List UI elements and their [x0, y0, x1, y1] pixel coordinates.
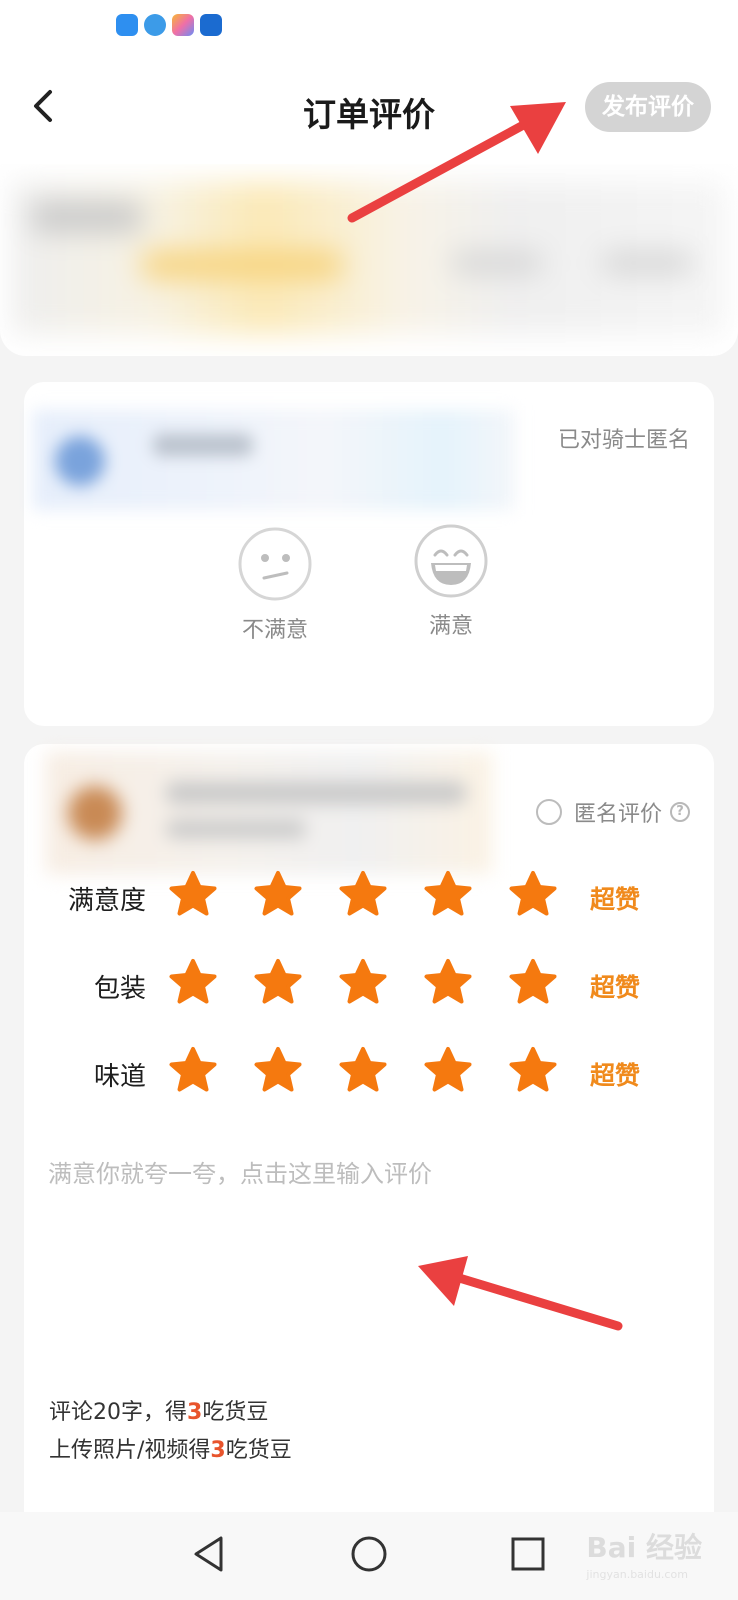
anonymous-review-toggle[interactable]: 匿名评价 ? — [535, 796, 690, 828]
rider-anonymous-note: 已对骑士匿名 — [557, 428, 690, 453]
reward-text: 评论20字，得 — [49, 1400, 187, 1425]
telegram-icon — [144, 14, 166, 36]
rating-label: 味道 — [93, 1062, 146, 1092]
star-icon[interactable] — [338, 870, 388, 920]
recents-square-icon[interactable] — [506, 1532, 550, 1576]
reward-text-comment: 评论20字，得3吃货豆 — [49, 1394, 268, 1426]
rating-row-packaging: 包装 超赞 — [24, 958, 714, 1012]
rider-review-card: 已对骑士匿名 不满意 满意 — [24, 382, 714, 726]
neutral-face-icon[interactable] — [237, 526, 313, 602]
watermark-text: Bai 经验 — [586, 1531, 702, 1564]
star-icon[interactable] — [423, 870, 473, 920]
reward-number: 3 — [187, 1400, 203, 1425]
star-icon[interactable] — [338, 958, 388, 1008]
back-triangle-icon[interactable] — [188, 1532, 232, 1576]
shop-info-blurred — [46, 752, 492, 874]
star-icon[interactable] — [508, 870, 558, 920]
app-icon — [172, 14, 194, 36]
star-icon[interactable] — [253, 870, 303, 920]
home-circle-icon[interactable] — [347, 1532, 391, 1576]
bot-icon — [200, 14, 222, 36]
weather-icon — [116, 14, 138, 36]
star-icon[interactable] — [168, 958, 218, 1008]
star-icon[interactable] — [168, 870, 218, 920]
star-icon[interactable] — [253, 958, 303, 1008]
rating-word: 超赞 — [590, 885, 641, 914]
reward-text: 上传照片/视频得 — [49, 1438, 211, 1463]
star-icon[interactable] — [508, 958, 558, 1008]
satisfied-label[interactable]: 满意 — [391, 608, 511, 640]
watermark-url: jingyan.baidu.com — [586, 1568, 688, 1581]
reward-text: 吃货豆 — [225, 1438, 292, 1463]
laughing-face-icon[interactable] — [413, 523, 489, 599]
reward-text-upload: 上传照片/视频得3吃货豆 — [49, 1432, 292, 1464]
anonymous-review-label: 匿名评价 — [573, 802, 662, 827]
header: 订单评价 发布评价 — [0, 52, 738, 164]
star-icon[interactable] — [508, 1046, 558, 1096]
merchant-blurred-content — [12, 182, 726, 334]
star-icon[interactable] — [423, 958, 473, 1008]
system-navbar: Bai 经验 jingyan.baidu.com — [0, 1512, 738, 1600]
reward-number: 3 — [210, 1438, 226, 1463]
star-icon[interactable] — [168, 1046, 218, 1096]
rating-label: 满意度 — [67, 886, 146, 916]
anonymous-radio[interactable] — [535, 799, 562, 825]
rating-label: 包装 — [93, 974, 146, 1004]
baidu-watermark: Bai 经验 jingyan.baidu.com — [586, 1526, 702, 1581]
status-bar — [0, 0, 738, 52]
merchant-summary — [0, 164, 738, 356]
rating-row-taste: 味道 超赞 — [24, 1046, 714, 1100]
comment-input[interactable] — [48, 1154, 688, 1384]
star-icon[interactable] — [253, 1046, 303, 1096]
rider-info-blurred — [33, 410, 515, 510]
rating-word: 超赞 — [590, 973, 641, 1002]
publish-review-button[interactable]: 发布评价 — [585, 82, 711, 132]
star-icon[interactable] — [338, 1046, 388, 1096]
reward-text: 吃货豆 — [202, 1400, 269, 1425]
question-circle-icon[interactable]: ? — [670, 802, 690, 822]
star-icon[interactable] — [423, 1046, 473, 1096]
dissatisfied-label[interactable]: 不满意 — [215, 612, 335, 644]
rating-row-satisfaction: 满意度 超赞 — [24, 870, 714, 924]
status-icons — [116, 14, 222, 36]
rating-word: 超赞 — [590, 1061, 641, 1090]
shop-review-card: 匿名评价 ? 满意度 超赞 包装 超赞 味道 超赞 评论20字，得3吃货豆 上传… — [24, 744, 714, 1600]
